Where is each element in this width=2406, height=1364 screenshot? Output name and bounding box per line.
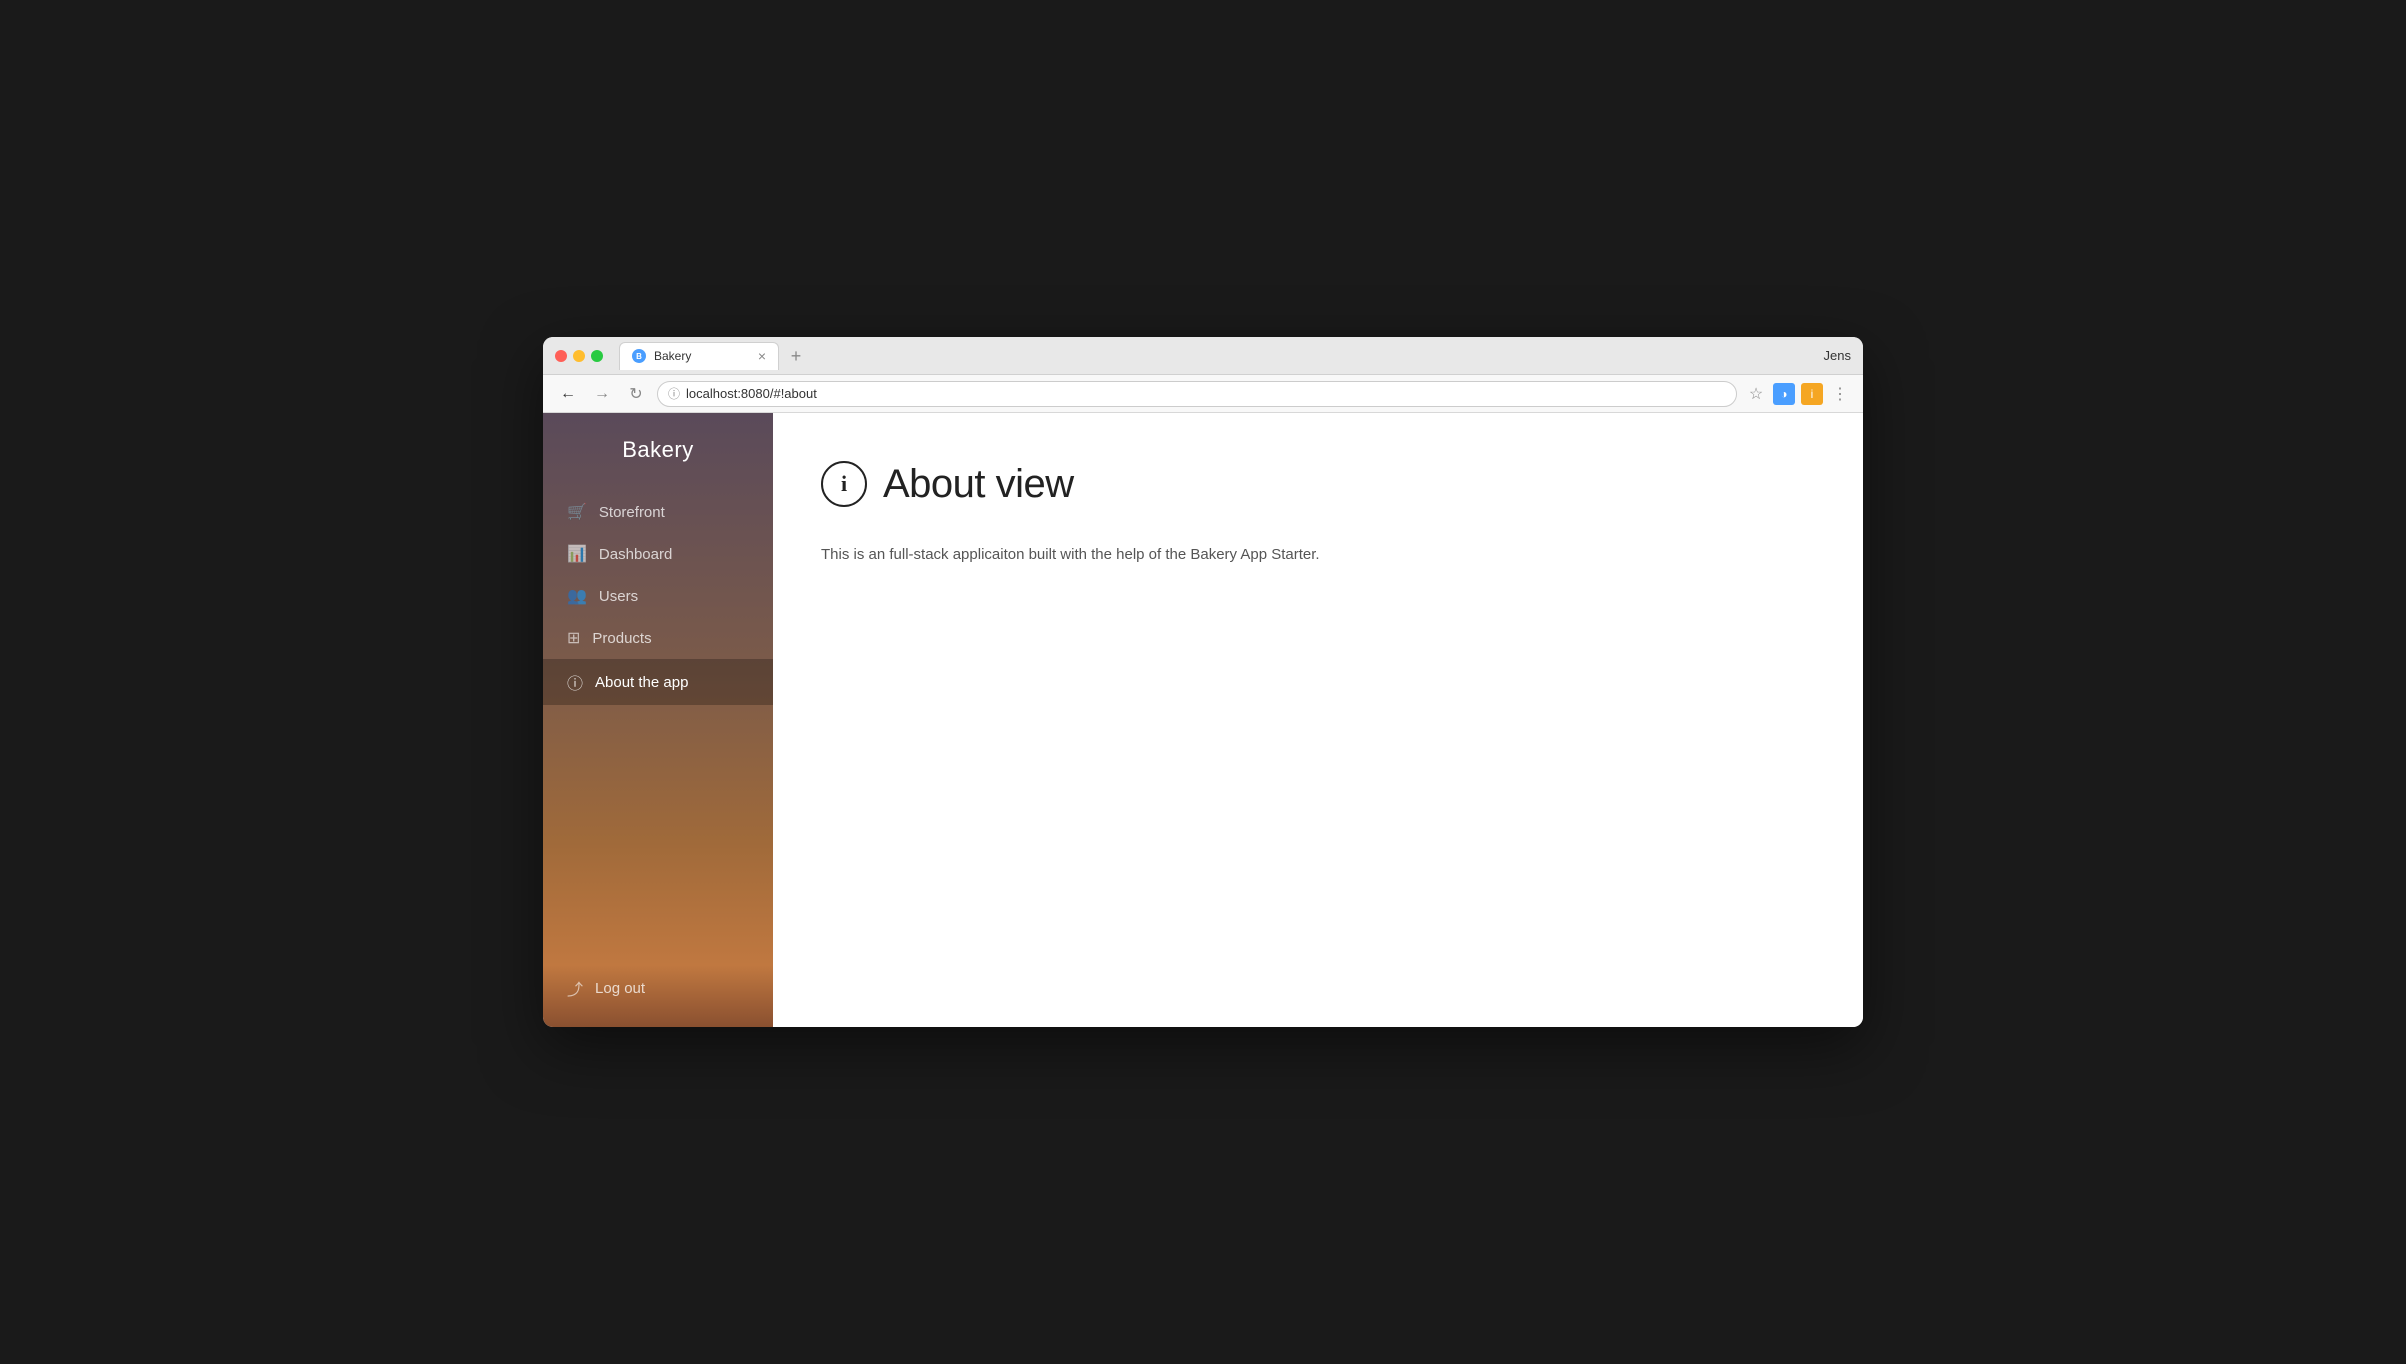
address-bar[interactable]: ⓘ localhost:8080/#!about bbox=[657, 381, 1737, 407]
tab-bar: B Bakery × + bbox=[619, 342, 1816, 370]
tab-favicon: B bbox=[632, 349, 646, 363]
sidebar-spacer bbox=[543, 705, 773, 965]
close-button[interactable] bbox=[555, 350, 567, 362]
extension-icon-1[interactable]: ◑ bbox=[1773, 383, 1795, 405]
tab-close-button[interactable]: × bbox=[758, 348, 766, 364]
sidebar-label-users: Users bbox=[599, 588, 638, 605]
products-icon: ⊞ bbox=[567, 628, 580, 648]
users-icon: 👥 bbox=[567, 586, 587, 606]
address-security-icon: ⓘ bbox=[668, 385, 680, 402]
extension-icon-2[interactable]: i bbox=[1801, 383, 1823, 405]
sidebar-item-storefront[interactable]: 🛒 Storefront bbox=[543, 491, 773, 533]
forward-button[interactable]: → bbox=[589, 381, 615, 407]
nav-actions: ☆ ◑ i ⋮ bbox=[1745, 383, 1851, 405]
page-header: i About view bbox=[821, 461, 1815, 507]
content-area: Bakery 🛒 Storefront 📊 Dashboard 👥 Users … bbox=[543, 413, 1863, 1027]
sidebar-label-storefront: Storefront bbox=[599, 504, 665, 521]
sidebar-label-products: Products bbox=[592, 630, 651, 647]
sidebar-item-logout[interactable]: ⤴ Log out bbox=[543, 965, 773, 1011]
back-button[interactable]: ← bbox=[555, 381, 581, 407]
info-circle-icon: i bbox=[821, 461, 867, 507]
about-icon: ⓘ bbox=[567, 670, 583, 694]
page-description: This is an full-stack applicaiton built … bbox=[821, 543, 1815, 567]
sidebar-item-dashboard[interactable]: 📊 Dashboard bbox=[543, 533, 773, 575]
browser-tab[interactable]: B Bakery × bbox=[619, 342, 779, 370]
sidebar-title: Bakery bbox=[543, 413, 773, 491]
nav-bar: ← → ↻ ⓘ localhost:8080/#!about ☆ ◑ i ⋮ bbox=[543, 375, 1863, 413]
reload-button[interactable]: ↻ bbox=[623, 381, 649, 407]
menu-icon[interactable]: ⋮ bbox=[1829, 383, 1851, 405]
main-content: i About view This is an full-stack appli… bbox=[773, 413, 1863, 1027]
info-letter: i bbox=[841, 473, 847, 495]
title-bar: B Bakery × + Jens bbox=[543, 337, 1863, 375]
maximize-button[interactable] bbox=[591, 350, 603, 362]
sidebar: Bakery 🛒 Storefront 📊 Dashboard 👥 Users … bbox=[543, 413, 773, 1027]
bookmark-icon[interactable]: ☆ bbox=[1745, 383, 1767, 405]
logout-icon: ⤴ bbox=[567, 976, 583, 1000]
dashboard-icon: 📊 bbox=[567, 544, 587, 564]
sidebar-label-about: About the app bbox=[595, 674, 688, 691]
new-tab-button[interactable]: + bbox=[783, 344, 809, 370]
sidebar-item-users[interactable]: 👥 Users bbox=[543, 575, 773, 617]
sidebar-label-dashboard: Dashboard bbox=[599, 546, 672, 563]
sidebar-item-products[interactable]: ⊞ Products bbox=[543, 617, 773, 659]
browser-window: B Bakery × + Jens ← → ↻ ⓘ localhost:8080… bbox=[543, 337, 1863, 1027]
page-title: About view bbox=[883, 462, 1074, 507]
tab-title: Bakery bbox=[654, 349, 691, 363]
browser-user: Jens bbox=[1824, 348, 1851, 363]
sidebar-label-logout: Log out bbox=[595, 980, 645, 997]
traffic-lights bbox=[555, 350, 603, 362]
address-url: localhost:8080/#!about bbox=[686, 386, 817, 401]
minimize-button[interactable] bbox=[573, 350, 585, 362]
storefront-icon: 🛒 bbox=[567, 502, 587, 522]
sidebar-item-about[interactable]: ⓘ About the app bbox=[543, 659, 773, 705]
